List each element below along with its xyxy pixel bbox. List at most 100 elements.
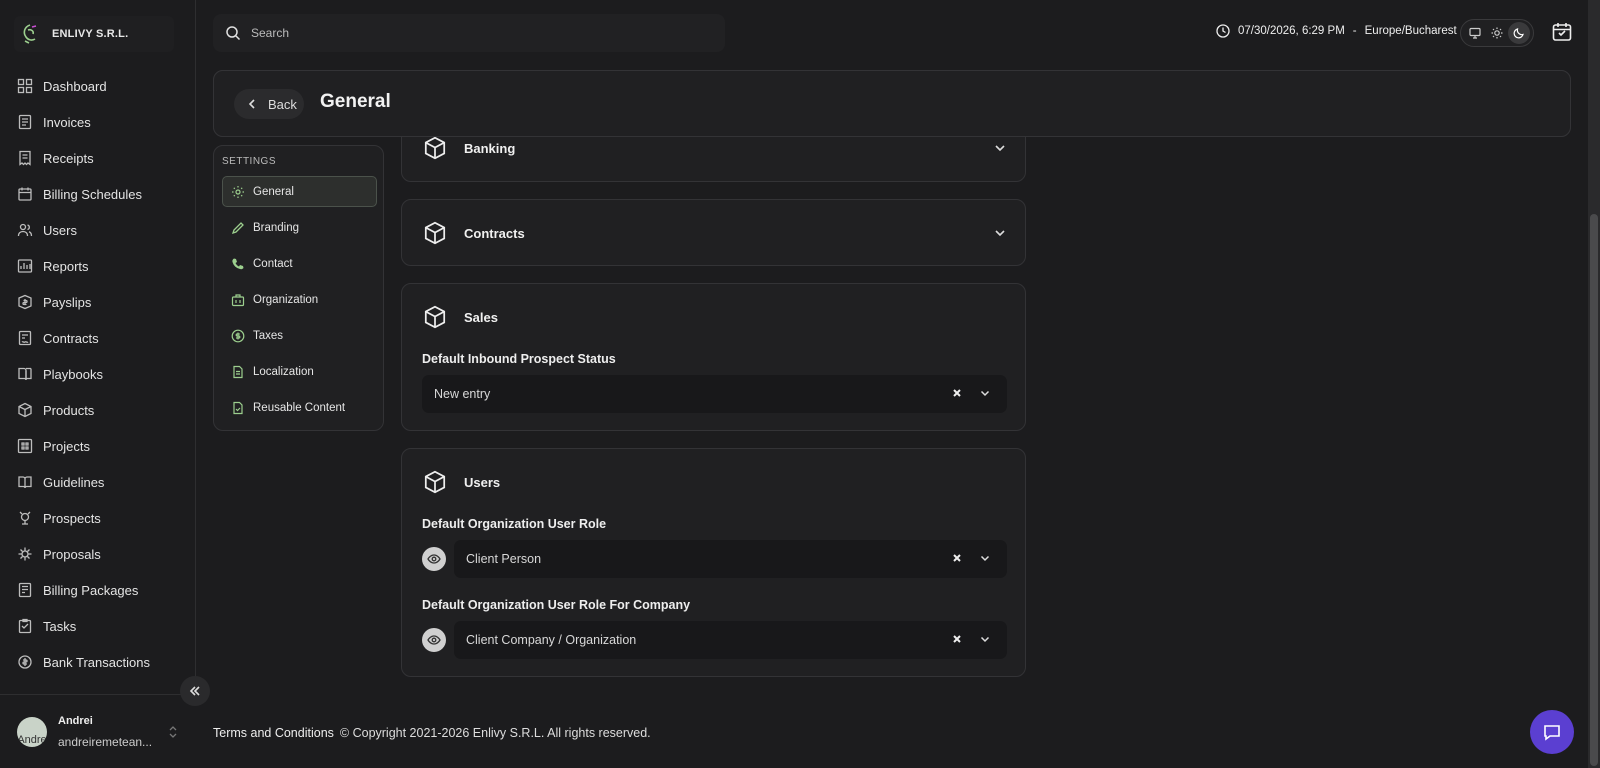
settings-menu: SETTINGS General Branding Contact Organi… bbox=[213, 145, 384, 431]
settings-item-taxes[interactable]: Taxes bbox=[222, 320, 377, 351]
search-bar[interactable] bbox=[213, 14, 725, 52]
chat-icon bbox=[1544, 725, 1560, 741]
sidebar-item-label: Prospects bbox=[43, 510, 101, 526]
collapse-sidebar-button[interactable] bbox=[180, 676, 210, 706]
package-icon bbox=[18, 582, 32, 598]
sidebar-item-guidelines[interactable]: Guidelines bbox=[0, 464, 196, 500]
sidebar-item-dashboard[interactable]: Dashboard bbox=[0, 68, 196, 104]
dollar-icon bbox=[231, 329, 245, 342]
chevron-down-icon[interactable] bbox=[979, 633, 991, 645]
brand-switcher[interactable]: ENLIVY S.R.L. bbox=[14, 16, 174, 52]
guideline-icon bbox=[18, 476, 32, 489]
sidebar-item-invoices[interactable]: Invoices bbox=[0, 104, 196, 140]
settings-item-general[interactable]: General bbox=[222, 176, 377, 207]
sidebar-item-label: Tasks bbox=[43, 618, 77, 634]
user-role-select[interactable]: Client Person bbox=[454, 540, 1007, 578]
user-email: andreiremetean... bbox=[58, 735, 153, 749]
chat-button[interactable] bbox=[1530, 710, 1574, 754]
sidebar-item-reports[interactable]: Reports bbox=[0, 248, 196, 284]
sidebar-item-label: Receipts bbox=[43, 150, 94, 166]
user-role-label: Default Organization User Role bbox=[422, 517, 607, 531]
sidebar-item-prospects[interactable]: Prospects bbox=[0, 500, 196, 536]
project-icon bbox=[17, 438, 33, 454]
sidebar-item-bank-transactions[interactable]: Bank Transactions bbox=[0, 644, 196, 680]
banking-section[interactable]: Banking bbox=[401, 120, 1026, 182]
sidebar-item-products[interactable]: Products bbox=[0, 392, 196, 428]
sidebar-item-receipts[interactable]: Receipts bbox=[0, 140, 196, 176]
user-menu[interactable]: Andre Andrei andreiremetean... bbox=[0, 694, 196, 768]
receipt-icon bbox=[19, 150, 31, 166]
sidebar-item-label: Users bbox=[43, 222, 77, 238]
preview-company-role-button[interactable] bbox=[422, 628, 446, 652]
clock-icon bbox=[1216, 24, 1230, 38]
chevron-down-icon[interactable] bbox=[979, 387, 991, 399]
user-name: Andrei bbox=[58, 715, 93, 727]
company-role-select[interactable]: Client Company / Organization bbox=[454, 621, 1007, 659]
copyright: © Copyright 2021-2026 Enlivy S.R.L. All … bbox=[339, 726, 651, 740]
double-chevron-left-icon bbox=[189, 686, 200, 696]
scrollbar-thumb[interactable] bbox=[1590, 214, 1598, 766]
theme-light-option[interactable] bbox=[1486, 22, 1508, 44]
sidebar-item-billing-schedules[interactable]: Billing Schedules bbox=[0, 176, 196, 212]
search-icon bbox=[226, 26, 241, 41]
selected-value: Client Company / Organization bbox=[466, 633, 637, 647]
chevron-down-icon[interactable] bbox=[993, 141, 1007, 155]
terms-link[interactable]: Terms and Conditions bbox=[213, 726, 334, 740]
calendar-button[interactable] bbox=[1552, 22, 1572, 42]
clear-icon[interactable] bbox=[951, 387, 963, 399]
preview-role-button[interactable] bbox=[422, 547, 446, 571]
sidebar-item-label: Billing Packages bbox=[43, 582, 139, 598]
sidebar-item-label: Reports bbox=[43, 258, 89, 274]
contracts-section[interactable]: Contracts bbox=[401, 199, 1026, 266]
settings-item-label: Contact bbox=[253, 257, 293, 270]
settings-item-label: Reusable Content bbox=[253, 401, 346, 414]
inbound-prospect-status-label: Default Inbound Prospect Status bbox=[422, 352, 616, 366]
settings-item-label: Localization bbox=[253, 365, 314, 378]
brand-name: ENLIVY S.R.L. bbox=[52, 28, 129, 40]
chevron-down-icon[interactable] bbox=[993, 226, 1007, 240]
proposal-icon bbox=[18, 547, 32, 561]
theme-dark-option[interactable] bbox=[1508, 22, 1530, 44]
search-input[interactable] bbox=[251, 26, 651, 40]
sidebar-item-users[interactable]: Users bbox=[0, 212, 196, 248]
page-title: General bbox=[320, 91, 391, 112]
page-scrollbar[interactable] bbox=[1588, 0, 1600, 768]
settings-item-reusable-content[interactable]: Reusable Content bbox=[222, 392, 377, 423]
sidebar-item-tasks[interactable]: Tasks bbox=[0, 608, 196, 644]
sidebar-item-projects[interactable]: Projects bbox=[0, 428, 196, 464]
sidebar-nav: Dashboard Invoices Receipts Billing Sche… bbox=[0, 68, 196, 680]
inbound-prospect-status-select[interactable]: New entry bbox=[422, 375, 1007, 413]
back-button[interactable]: Back bbox=[234, 89, 304, 119]
sidebar-item-playbooks[interactable]: Playbooks bbox=[0, 356, 196, 392]
schedule-icon bbox=[18, 187, 32, 201]
task-icon bbox=[18, 618, 32, 634]
settings-item-branding[interactable]: Branding bbox=[222, 212, 377, 243]
monitor-icon bbox=[1469, 27, 1481, 39]
settings-item-contact[interactable]: Contact bbox=[222, 248, 377, 279]
clear-icon[interactable] bbox=[951, 552, 963, 564]
sidebar-item-billing-packages[interactable]: Billing Packages bbox=[0, 572, 196, 608]
selected-value: New entry bbox=[434, 387, 491, 401]
footer: Terms and Conditions © Copyright 2021-20… bbox=[213, 726, 651, 740]
sidebar-item-payslips[interactable]: Payslips bbox=[0, 284, 196, 320]
building-icon bbox=[231, 293, 245, 306]
chevron-up-down-icon bbox=[168, 725, 178, 739]
sun-icon bbox=[1491, 27, 1503, 39]
clear-icon[interactable] bbox=[951, 633, 963, 645]
section-title: Contracts bbox=[464, 225, 525, 241]
sidebar-item-proposals[interactable]: Proposals bbox=[0, 536, 196, 572]
chevron-down-icon[interactable] bbox=[979, 552, 991, 564]
theme-system-option[interactable] bbox=[1464, 22, 1486, 44]
avatar-text: Andre bbox=[17, 734, 47, 746]
settings-item-localization[interactable]: Localization bbox=[222, 356, 377, 387]
cube-icon bbox=[424, 470, 446, 494]
selected-value: Client Person bbox=[466, 552, 542, 566]
sidebar-item-contracts[interactable]: Contracts bbox=[0, 320, 196, 356]
datetime-separator: - bbox=[1352, 25, 1357, 37]
settings-item-organization[interactable]: Organization bbox=[222, 284, 377, 315]
dashboard-icon bbox=[17, 78, 33, 94]
settings-item-label: General bbox=[253, 185, 294, 198]
reports-icon bbox=[17, 259, 33, 273]
eye-icon bbox=[427, 635, 441, 645]
product-icon bbox=[18, 402, 32, 418]
